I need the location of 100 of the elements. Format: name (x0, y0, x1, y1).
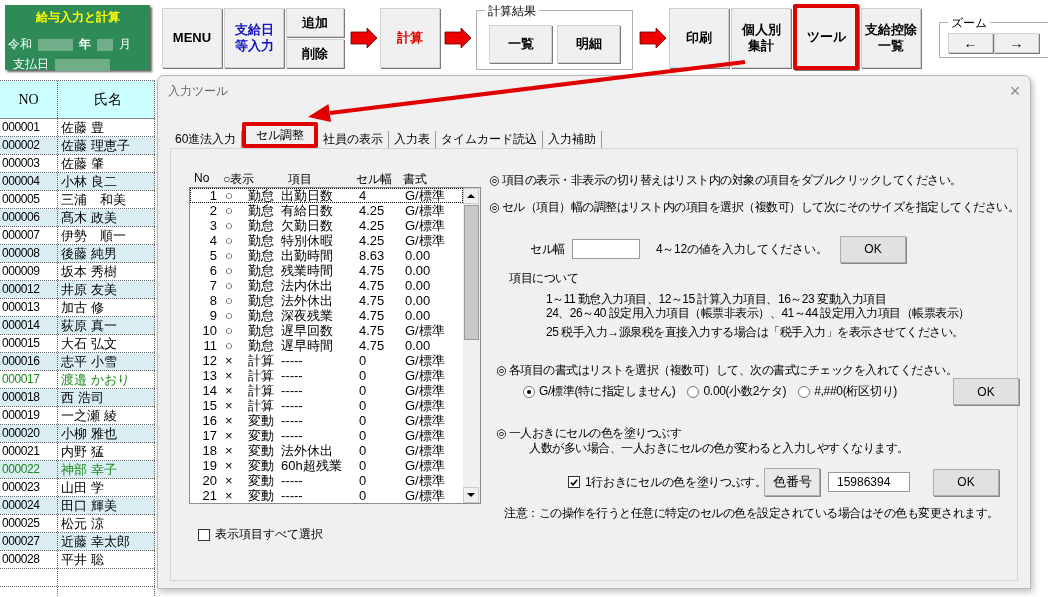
table-cell: 伊勢 順一 (58, 227, 155, 244)
list-item[interactable]: 8 ○ 勤怠 法外休出 4.75 0.00 (190, 293, 463, 308)
table-cell: 佐藤 肇 (58, 155, 155, 172)
table-cell: 内野 猛 (58, 443, 155, 460)
radio-button[interactable] (798, 385, 811, 398)
group-label: 計算結果 (485, 3, 539, 20)
radio-button[interactable] (687, 385, 700, 398)
table-cell: 西 浩司 (58, 389, 155, 406)
ok-button[interactable]: OK (933, 468, 999, 496)
list-item[interactable]: 18 × 変動 法外休出 0 G/標準 (190, 443, 463, 458)
toolbar-button[interactable]: 個人別集計 (731, 8, 791, 68)
radio-button[interactable] (523, 385, 535, 398)
column-header: 氏名 (58, 81, 155, 118)
table-cell: 加古 修 (58, 299, 155, 316)
list-item[interactable]: 10 ○ 勤怠 遅早回数 4.75 G/標準 (190, 323, 463, 338)
radio-label: G/標準(特に指定しません) (539, 383, 676, 400)
hint-text: 4～12の値を入力してください。 (656, 240, 829, 258)
table-cell: 000012 (0, 281, 58, 298)
toolbar-button[interactable]: 追加 (286, 8, 344, 37)
table-cell: 000017 (0, 371, 58, 388)
list-item[interactable]: 16 × 変動 ----- 0 G/標準 (190, 413, 463, 428)
toolbar-button[interactable]: MENU (162, 8, 222, 68)
item-list[interactable] (189, 187, 481, 504)
zoom-button[interactable]: → (994, 33, 1039, 53)
right-arrow-icon (444, 27, 472, 49)
table-cell: 松元 涼 (58, 515, 155, 532)
scrollbar[interactable] (463, 188, 480, 503)
checkbox[interactable] (198, 528, 210, 541)
table-cell: 近藤 幸太郎 (58, 533, 155, 550)
list-item[interactable]: 1 ○ 勤怠 出勤日数 4 G/標準 (190, 188, 463, 203)
info-text: 24、26～40 設定用入力項目（帳票非表示）、41～44 設定用入力項目（帳票表示） (545, 306, 971, 320)
list-item[interactable]: 12 × 計算 ----- 0 G/標準 (190, 353, 463, 368)
list-item[interactable]: 13 × 計算 ----- 0 G/標準 (190, 368, 463, 383)
checkbox[interactable] (568, 476, 580, 488)
zoom-button[interactable]: ← (948, 33, 993, 53)
table-cell: 000020 (0, 425, 58, 442)
instruction-text: ◎ 項目の表示・非表示の切り替えはリスト内の対象の項目をダブルクリックしてください。 (489, 173, 963, 188)
table-cell: 000008 (0, 245, 58, 262)
toolbar-button[interactable]: 明細 (557, 25, 620, 63)
checkbox-label: 表示項目すべて選択 (215, 526, 323, 543)
table-cell: 井原 友美 (58, 281, 155, 298)
table-cell: 坂本 秀樹 (58, 263, 155, 280)
scroll-thumb[interactable] (464, 205, 479, 340)
list-item[interactable]: 17 × 変動 ----- 0 G/標準 (190, 428, 463, 443)
table-cell: 小柳 雅也 (58, 425, 155, 442)
table-cell: 000001 (0, 119, 58, 136)
table-cell: 小林 良二 (58, 173, 155, 190)
cell-width-field[interactable] (572, 239, 640, 259)
note-text: 注意：この操作を行うと任意に特定のセルの色を設定されている場合はその色も変更されます。 (503, 506, 1000, 521)
table-cell: 000022 (0, 461, 58, 478)
list-item[interactable]: 15 × 計算 ----- 0 G/標準 (190, 398, 463, 413)
radio-label: #,##0(桁区切り) (814, 383, 897, 400)
table-cell: 佐藤 豊 (58, 119, 155, 136)
toolbar-button[interactable]: ツール (793, 4, 859, 70)
list-item[interactable]: 7 ○ 勤怠 法内休出 4.75 0.00 (190, 278, 463, 293)
table-cell: 000016 (0, 353, 58, 370)
table-cell: 000019 (0, 407, 58, 424)
list-item[interactable]: 3 ○ 勤怠 欠勤日数 4.25 G/標準 (190, 218, 463, 233)
description-text: 人数が多い場合、一人おきにセルの色が変わると入力しやすくなります。 (528, 441, 910, 456)
table-cell: 000004 (0, 173, 58, 190)
field-label: セル幅 (530, 240, 567, 258)
list-item[interactable]: 2 ○ 勤怠 有給日数 4.25 G/標準 (190, 203, 463, 218)
list-item[interactable]: 9 ○ 勤怠 深夜残業 4.75 0.00 (190, 308, 463, 323)
tab[interactable]: セル調整 (242, 122, 319, 148)
table-cell: 平井 聡 (58, 551, 155, 568)
blurred-field (55, 58, 110, 71)
list-item[interactable]: 14 × 計算 ----- 0 G/標準 (190, 383, 463, 398)
table-cell: 000023 (0, 479, 58, 496)
instruction-text: ◎ 一人おきにセルの色を塗りつぶす (495, 426, 683, 441)
list-item[interactable]: 6 ○ 勤怠 残業時間 4.75 0.00 (190, 263, 463, 278)
pay-date-label: 支払日 (13, 56, 49, 73)
scroll-down-icon[interactable] (463, 487, 479, 503)
toolbar-button[interactable]: 支給控除一覧 (861, 8, 921, 68)
table-cell: 荻原 真一 (58, 317, 155, 334)
instruction-text: ◎ セル（項目）幅の調整はリスト内の項目を選択（複数可）して次にそのサイズを指定してください。 (489, 200, 1019, 215)
list-item[interactable]: 20 × 変動 ----- 0 G/標準 (190, 473, 463, 488)
instruction-text: ◎ 各項目の書式はリストを選択（複数可）して、次の書式にチェックを入れてください。 (495, 363, 959, 378)
table-cell: 000021 (0, 443, 58, 460)
scroll-up-icon[interactable] (463, 188, 479, 204)
table-cell: 000009 (0, 263, 58, 280)
table-cell: 000003 (0, 155, 58, 172)
radio-label: 0.00(小数2ケタ) (703, 383, 787, 400)
toolbar-button[interactable]: 支給日等入力 (224, 8, 284, 68)
toolbar-button[interactable]: 一覧 (489, 25, 552, 63)
ok-button[interactable]: OK (953, 378, 1019, 405)
right-arrow-icon (639, 27, 667, 49)
table-cell: 000025 (0, 515, 58, 532)
toolbar-button[interactable]: 印刷 (669, 8, 729, 68)
list-item[interactable]: 4 ○ 勤怠 特別休暇 4.25 G/標準 (190, 233, 463, 248)
list-item[interactable]: 11 ○ 勤怠 遅早時間 4.75 0.00 (190, 338, 463, 353)
toolbar-button[interactable]: 削除 (286, 39, 344, 68)
ok-button[interactable]: OK (840, 235, 906, 263)
color-number-field[interactable]: 15986394 (828, 472, 910, 492)
color-number-button[interactable]: 色番号 (764, 468, 820, 496)
list-item[interactable]: 5 ○ 勤怠 出勤時間 8.63 0.00 (190, 248, 463, 263)
checkbox-label: 1行おきにセルの色を塗りつぶす。 (585, 473, 767, 491)
list-item[interactable]: 21 × 変動 ----- 0 G/標準 (190, 488, 463, 503)
table-cell: 一之瀬 綾 (58, 407, 155, 424)
toolbar-button[interactable]: 計算 (380, 8, 440, 68)
list-item[interactable]: 19 × 変動 60h超残業 0 G/標準 (190, 458, 463, 473)
